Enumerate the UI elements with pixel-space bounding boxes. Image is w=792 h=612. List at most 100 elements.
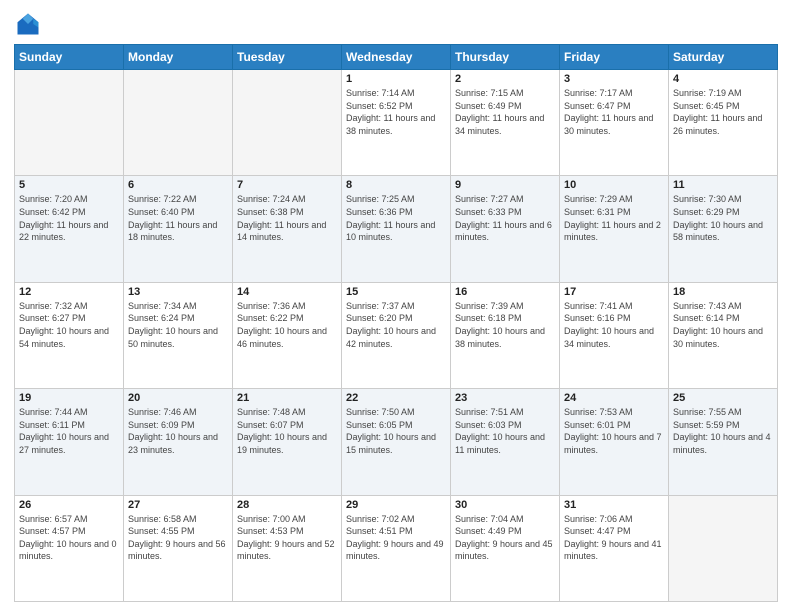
day-number: 2: [455, 73, 555, 85]
day-cell: 17 Sunrise: 7:41 AMSunset: 6:16 PMDayligh…: [560, 282, 669, 388]
day-number: 6: [128, 179, 228, 191]
day-info: Sunrise: 7:30 AMSunset: 6:29 PMDaylight:…: [673, 193, 773, 243]
day-cell: 30 Sunrise: 7:04 AMSunset: 4:49 PMDayligh…: [451, 495, 560, 601]
day-info: Sunrise: 7:00 AMSunset: 4:53 PMDaylight:…: [237, 513, 337, 563]
day-cell: 10Sunrise: 7:29 AMSunset: 6:31 PMDayligh…: [560, 176, 669, 282]
day-info: Sunrise: 6:57 AMSunset: 4:57 PMDaylight:…: [19, 513, 119, 563]
day-cell: 6 Sunrise: 7:22 AMSunset: 6:40 PMDaylight…: [124, 176, 233, 282]
day-info: Sunrise: 7:48 AMSunset: 6:07 PMDaylight:…: [237, 406, 337, 456]
day-cell: 3 Sunrise: 7:17 AMSunset: 6:47 PMDaylight…: [560, 70, 669, 176]
day-cell: 20 Sunrise: 7:46 AMSunset: 6:09 PMDayligh…: [124, 389, 233, 495]
day-info: Sunrise: 7:32 AMSunset: 6:27 PMDaylight:…: [19, 300, 119, 350]
day-info: Sunrise: 7:24 AMSunset: 6:38 PMDaylight:…: [237, 193, 337, 243]
weekday-header-wednesday: Wednesday: [342, 45, 451, 70]
day-cell: 13 Sunrise: 7:34 AMSunset: 6:24 PMDayligh…: [124, 282, 233, 388]
day-cell: 18Sunrise: 7:43 AMSunset: 6:14 PMDayligh…: [669, 282, 778, 388]
day-info: Sunrise: 7:36 AMSunset: 6:22 PMDaylight:…: [237, 300, 337, 350]
day-cell: 8 Sunrise: 7:25 AMSunset: 6:36 PMDaylight…: [342, 176, 451, 282]
day-number: 3: [564, 73, 664, 85]
day-number: 18: [673, 286, 773, 298]
day-number: 25: [673, 392, 773, 404]
day-info: Sunrise: 7:44 AMSunset: 6:11 PMDaylight:…: [19, 406, 119, 456]
day-number: 1: [346, 73, 446, 85]
day-cell: [669, 495, 778, 601]
day-number: 28: [237, 499, 337, 511]
weekday-header-friday: Friday: [560, 45, 669, 70]
day-info: Sunrise: 7:53 AMSunset: 6:01 PMDaylight:…: [564, 406, 664, 456]
day-info: Sunrise: 7:41 AMSunset: 6:16 PMDaylight:…: [564, 300, 664, 350]
week-row-3: 12 Sunrise: 7:32 AMSunset: 6:27 PMDayligh…: [15, 282, 778, 388]
day-cell: [15, 70, 124, 176]
day-number: 8: [346, 179, 446, 191]
day-cell: 12 Sunrise: 7:32 AMSunset: 6:27 PMDayligh…: [15, 282, 124, 388]
day-cell: 5 Sunrise: 7:20 AMSunset: 6:42 PMDaylight…: [15, 176, 124, 282]
day-number: 23: [455, 392, 555, 404]
day-info: Sunrise: 7:14 AMSunset: 6:52 PMDaylight:…: [346, 87, 446, 137]
day-number: 12: [19, 286, 119, 298]
day-cell: 31 Sunrise: 7:06 AMSunset: 4:47 PMDayligh…: [560, 495, 669, 601]
week-row-1: 1 Sunrise: 7:14 AMSunset: 6:52 PMDaylight…: [15, 70, 778, 176]
day-cell: 19 Sunrise: 7:44 AMSunset: 6:11 PMDayligh…: [15, 389, 124, 495]
day-number: 14: [237, 286, 337, 298]
day-info: Sunrise: 7:04 AMSunset: 4:49 PMDaylight:…: [455, 513, 555, 563]
day-info: Sunrise: 7:46 AMSunset: 6:09 PMDaylight:…: [128, 406, 228, 456]
day-info: Sunrise: 7:06 AMSunset: 4:47 PMDaylight:…: [564, 513, 664, 563]
day-info: Sunrise: 7:51 AMSunset: 6:03 PMDaylight:…: [455, 406, 555, 456]
weekday-header-saturday: Saturday: [669, 45, 778, 70]
day-info: Sunrise: 7:55 AMSunset: 5:59 PMDaylight:…: [673, 406, 773, 456]
day-info: Sunrise: 7:50 AMSunset: 6:05 PMDaylight:…: [346, 406, 446, 456]
logo-icon: [14, 10, 42, 38]
day-cell: 28 Sunrise: 7:00 AMSunset: 4:53 PMDayligh…: [233, 495, 342, 601]
day-info: Sunrise: 7:02 AMSunset: 4:51 PMDaylight:…: [346, 513, 446, 563]
week-row-2: 5 Sunrise: 7:20 AMSunset: 6:42 PMDaylight…: [15, 176, 778, 282]
day-number: 20: [128, 392, 228, 404]
day-number: 17: [564, 286, 664, 298]
week-row-4: 19 Sunrise: 7:44 AMSunset: 6:11 PMDayligh…: [15, 389, 778, 495]
day-cell: 2 Sunrise: 7:15 AMSunset: 6:49 PMDaylight…: [451, 70, 560, 176]
day-number: 15: [346, 286, 446, 298]
day-number: 11: [673, 179, 773, 191]
week-row-5: 26 Sunrise: 6:57 AMSunset: 4:57 PMDayligh…: [15, 495, 778, 601]
day-number: 27: [128, 499, 228, 511]
day-cell: 1 Sunrise: 7:14 AMSunset: 6:52 PMDaylight…: [342, 70, 451, 176]
day-number: 30: [455, 499, 555, 511]
day-number: 31: [564, 499, 664, 511]
day-cell: [233, 70, 342, 176]
day-cell: 23 Sunrise: 7:51 AMSunset: 6:03 PMDayligh…: [451, 389, 560, 495]
day-cell: 29 Sunrise: 7:02 AMSunset: 4:51 PMDayligh…: [342, 495, 451, 601]
day-info: Sunrise: 7:25 AMSunset: 6:36 PMDaylight:…: [346, 193, 446, 243]
day-cell: [124, 70, 233, 176]
day-info: Sunrise: 7:15 AMSunset: 6:49 PMDaylight:…: [455, 87, 555, 137]
day-cell: 25 Sunrise: 7:55 AMSunset: 5:59 PMDayligh…: [669, 389, 778, 495]
day-cell: 22 Sunrise: 7:50 AMSunset: 6:05 PMDayligh…: [342, 389, 451, 495]
day-number: 26: [19, 499, 119, 511]
day-number: 13: [128, 286, 228, 298]
day-number: 19: [19, 392, 119, 404]
day-info: Sunrise: 7:17 AMSunset: 6:47 PMDaylight:…: [564, 87, 664, 137]
day-info: Sunrise: 7:22 AMSunset: 6:40 PMDaylight:…: [128, 193, 228, 243]
day-info: Sunrise: 7:37 AMSunset: 6:20 PMDaylight:…: [346, 300, 446, 350]
day-number: 21: [237, 392, 337, 404]
day-cell: 24 Sunrise: 7:53 AMSunset: 6:01 PMDayligh…: [560, 389, 669, 495]
day-number: 7: [237, 179, 337, 191]
weekday-header-thursday: Thursday: [451, 45, 560, 70]
weekday-header-monday: Monday: [124, 45, 233, 70]
calendar-table: SundayMondayTuesdayWednesdayThursdayFrid…: [14, 44, 778, 602]
day-number: 29: [346, 499, 446, 511]
day-info: Sunrise: 7:20 AMSunset: 6:42 PMDaylight:…: [19, 193, 119, 243]
day-number: 16: [455, 286, 555, 298]
day-info: Sunrise: 7:39 AMSunset: 6:18 PMDaylight:…: [455, 300, 555, 350]
weekday-header-row: SundayMondayTuesdayWednesdayThursdayFrid…: [15, 45, 778, 70]
day-info: Sunrise: 7:34 AMSunset: 6:24 PMDaylight:…: [128, 300, 228, 350]
day-number: 9: [455, 179, 555, 191]
day-info: Sunrise: 7:29 AMSunset: 6:31 PMDaylight:…: [564, 193, 664, 243]
day-cell: 11 Sunrise: 7:30 AMSunset: 6:29 PMDayligh…: [669, 176, 778, 282]
day-number: 22: [346, 392, 446, 404]
weekday-header-tuesday: Tuesday: [233, 45, 342, 70]
day-number: 5: [19, 179, 119, 191]
day-cell: 9Sunrise: 7:27 AMSunset: 6:33 PMDaylight…: [451, 176, 560, 282]
day-number: 24: [564, 392, 664, 404]
logo: [14, 10, 46, 38]
day-info: Sunrise: 7:19 AMSunset: 6:45 PMDaylight:…: [673, 87, 773, 137]
day-cell: 21 Sunrise: 7:48 AMSunset: 6:07 PMDayligh…: [233, 389, 342, 495]
